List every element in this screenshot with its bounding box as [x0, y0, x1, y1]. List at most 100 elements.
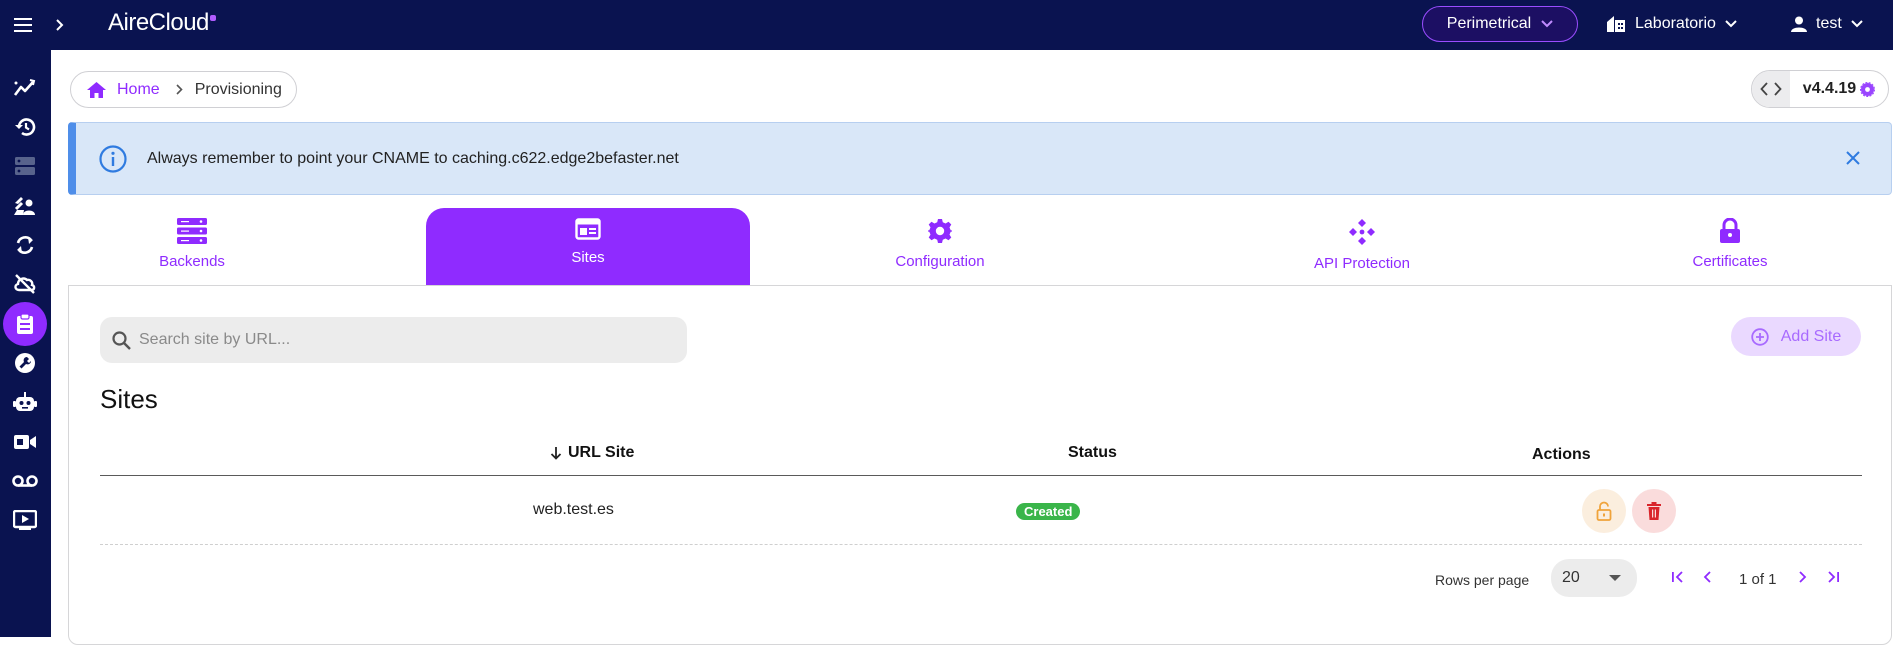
- chevron-right-icon[interactable]: [48, 13, 72, 37]
- version-label: v4.4.19: [1802, 80, 1857, 97]
- voicemail-icon: [12, 474, 38, 488]
- tab-label: Certificates: [1692, 253, 1768, 270]
- add-site-button[interactable]: Add Site: [1731, 317, 1861, 356]
- sidebar-item-provisioning[interactable]: [3, 302, 47, 346]
- robot-icon: [13, 392, 37, 412]
- code-icon[interactable]: [1752, 71, 1790, 107]
- video-camera-icon: [13, 434, 37, 450]
- sidebar-item-tools[interactable]: [3, 341, 47, 385]
- rows-per-page-value: 20: [1562, 569, 1580, 586]
- breadcrumb: Home Provisioning: [70, 71, 297, 108]
- table-header: URL Site Status Actions: [100, 434, 1862, 476]
- tab-configuration[interactable]: Configuration: [870, 208, 1010, 285]
- page-info: 1 of 1: [1739, 571, 1777, 588]
- first-page-icon[interactable]: [1671, 570, 1685, 584]
- breadcrumb-current: Provisioning: [194, 80, 282, 98]
- menu-icon[interactable]: [11, 13, 35, 37]
- api-nodes-icon: [1348, 218, 1376, 246]
- logo-dot: [209, 15, 216, 21]
- sidebar-item-cloud-off[interactable]: [3, 262, 47, 306]
- user-icon: [1791, 16, 1807, 32]
- lock-open-icon: [1596, 501, 1612, 521]
- column-header-status[interactable]: Status: [1068, 444, 1117, 462]
- search-input[interactable]: [139, 331, 679, 349]
- column-label: Status: [1068, 444, 1117, 461]
- sidebar-item-video[interactable]: [3, 420, 47, 464]
- chevron-right-icon: [176, 84, 183, 95]
- column-label: Actions: [1532, 446, 1591, 463]
- table-row[interactable]: web.test.es Created: [100, 477, 1862, 545]
- servers-icon: [177, 218, 207, 244]
- wrench-icon: [14, 352, 36, 374]
- tab-label: API Protection: [1314, 255, 1410, 272]
- sidebar-item-media[interactable]: [3, 498, 47, 542]
- environment-selector[interactable]: Perimetrical: [1422, 6, 1578, 42]
- arrow-down-icon: [550, 446, 562, 460]
- sidebar-item-servers[interactable]: [3, 144, 47, 188]
- analytics-icon: [13, 78, 37, 98]
- tab-label: Configuration: [895, 253, 985, 270]
- site-url-cell: web.test.es: [533, 501, 614, 518]
- sync-icon: [14, 234, 36, 256]
- user-menu[interactable]: test: [1791, 6, 1863, 42]
- organization-selector[interactable]: Laboratorio: [1606, 6, 1737, 42]
- add-site-label: Add Site: [1780, 327, 1842, 345]
- building-icon: [1606, 15, 1626, 33]
- next-page-icon[interactable]: [1797, 570, 1807, 584]
- lock-icon: [1719, 218, 1741, 244]
- environment-label: Perimetrical: [1446, 15, 1532, 32]
- column-header-url-site[interactable]: URL Site: [550, 444, 634, 462]
- status-badge: Created: [1016, 503, 1081, 520]
- cloud-off-icon: [13, 273, 37, 295]
- tab-label: Sites: [571, 249, 605, 266]
- sidebar-item-history[interactable]: [3, 105, 47, 149]
- breadcrumb-home-label: Home: [117, 80, 160, 98]
- provisioning-tabs: Backends Sites Configuration API Protect…: [68, 207, 1892, 285]
- chevron-down-icon: [1541, 20, 1553, 28]
- tab-certificates[interactable]: Certificates: [1658, 208, 1802, 285]
- info-alert: Always remember to point your CNAME to c…: [68, 122, 1892, 195]
- rows-per-page-select[interactable]: 20: [1551, 559, 1637, 597]
- add-circle-icon: [1751, 327, 1769, 346]
- version-badge: v4.4.19: [1751, 70, 1889, 108]
- sidebar-item-bots[interactable]: [3, 380, 47, 424]
- breadcrumb-home[interactable]: Home: [86, 81, 160, 99]
- tab-label: Backends: [159, 253, 225, 270]
- last-page-icon[interactable]: [1826, 570, 1840, 584]
- chevron-down-icon: [1851, 20, 1863, 28]
- gear-icon: [927, 218, 953, 244]
- servers-icon: [14, 156, 36, 176]
- unlock-site-button[interactable]: [1582, 489, 1626, 533]
- sidebar-item-analytics[interactable]: [3, 66, 47, 110]
- verified-badge-icon: [1860, 81, 1876, 97]
- sidebar-item-voicemail[interactable]: [3, 459, 47, 503]
- sidebar: [0, 50, 51, 637]
- user-label: test: [1816, 15, 1842, 32]
- organization-label: Laboratorio: [1635, 15, 1716, 32]
- tab-api-protection[interactable]: API Protection: [1266, 208, 1458, 285]
- column-label: URL Site: [568, 444, 635, 461]
- browser-window-icon: [575, 218, 601, 240]
- tab-sites[interactable]: Sites: [426, 208, 750, 285]
- sidebar-item-sync[interactable]: [3, 223, 47, 267]
- security-check-icon: [13, 195, 37, 217]
- chevron-down-icon: [1725, 20, 1737, 28]
- trash-icon: [1647, 502, 1661, 520]
- search-icon: [112, 330, 131, 350]
- page-title: Sites: [100, 384, 158, 414]
- close-icon[interactable]: [1845, 150, 1861, 166]
- caret-down-icon: [1609, 575, 1621, 581]
- sidebar-item-security-check[interactable]: [3, 184, 47, 228]
- clipboard-icon: [16, 313, 34, 335]
- search-box: [100, 317, 687, 363]
- delete-site-button[interactable]: [1632, 489, 1676, 533]
- top-bar: AireCloud Perimetrical Laboratorio test: [0, 0, 1893, 50]
- tab-backends[interactable]: Backends: [102, 208, 282, 285]
- home-icon: [86, 81, 107, 99]
- previous-page-icon[interactable]: [1703, 570, 1713, 584]
- logo-text: AireCloud: [108, 9, 209, 36]
- history-icon: [14, 117, 36, 137]
- pagination: Rows per page 20 1 of 1: [69, 558, 1893, 598]
- app-logo[interactable]: AireCloud: [108, 9, 216, 39]
- alert-message: Always remember to point your CNAME to c…: [147, 149, 679, 167]
